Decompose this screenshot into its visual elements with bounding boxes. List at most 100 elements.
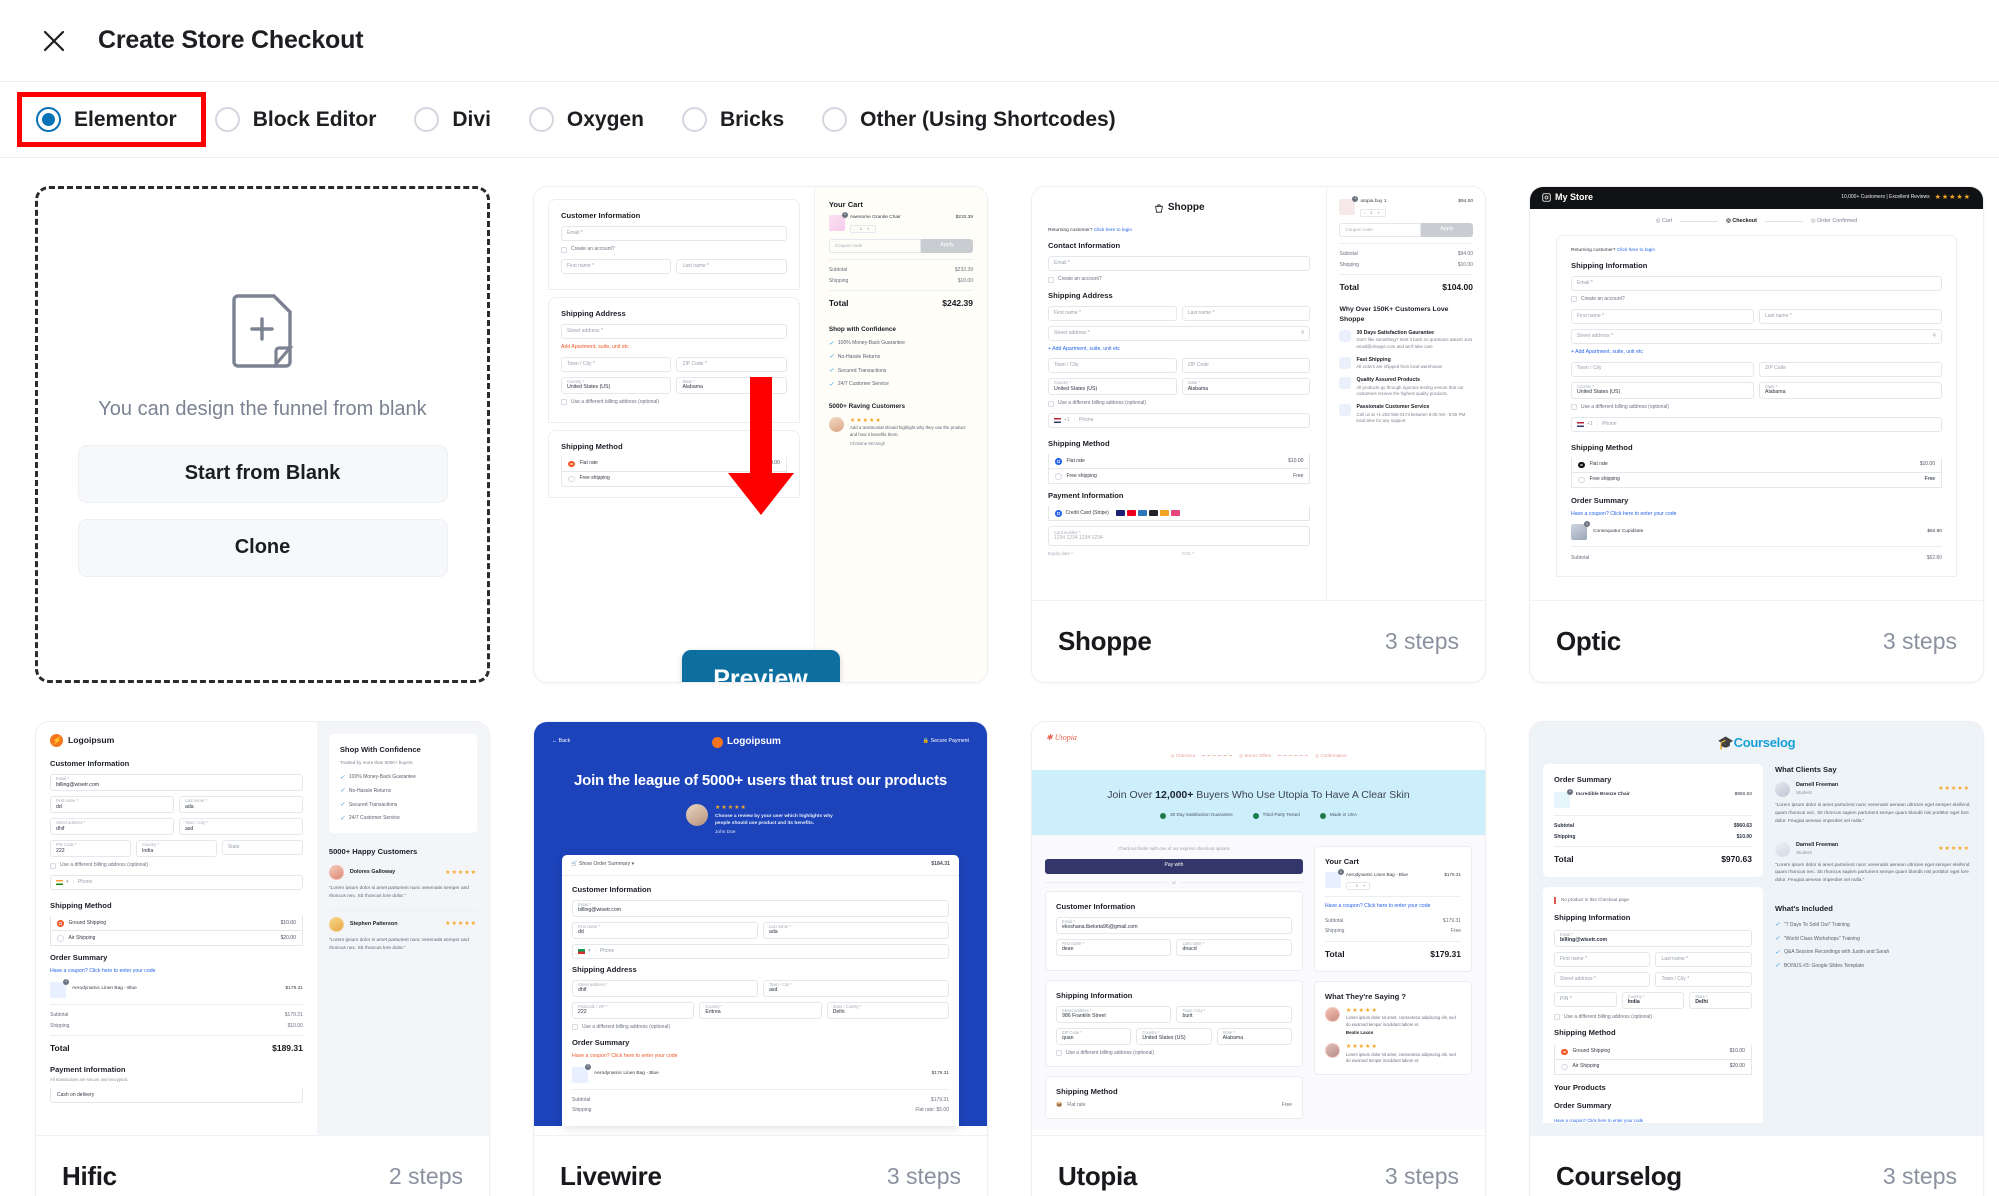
email-field[interactable]: Email * billing@wisetr.com xyxy=(50,774,303,791)
coupon-link[interactable]: Have a coupon? Click here to enter your … xyxy=(572,1053,949,1061)
shipping-option-ground[interactable]: Ground Shipping $10.00 xyxy=(50,916,303,932)
shipping-option-air[interactable]: Air Shipping $20.00 xyxy=(1554,1060,1752,1076)
phone-field[interactable]: +1 | Phone xyxy=(1048,413,1311,429)
order-summary-toggle[interactable]: 🛒 Show Order Summary ▾ $184.31 xyxy=(562,855,959,876)
country-select[interactable]: Country * India xyxy=(1621,991,1685,1009)
radio-option-block-editor[interactable]: Block Editor xyxy=(201,97,401,142)
billing-address-checkbox[interactable]: Use a different billing address (optiona… xyxy=(1554,1014,1752,1021)
billing-address-checkbox[interactable]: Use a different billing address (optiona… xyxy=(1048,400,1310,407)
phone-field[interactable]: ▾ | Phone xyxy=(572,943,949,959)
state-select[interactable]: State * Alabama xyxy=(676,376,787,394)
template-card-utopia[interactable]: ✱ Utopia ◎ Checkout ◎ Bonus Offers ◎ Con… xyxy=(1031,721,1486,1196)
country-select[interactable]: Country * India xyxy=(135,840,217,857)
shipping-option-flat-rate[interactable]: Flat rate $10.00 xyxy=(1571,457,1942,473)
billing-address-checkbox[interactable]: Use a different billing address (optiona… xyxy=(561,399,787,406)
apply-coupon-button[interactable]: Apply xyxy=(1420,222,1473,237)
shipping-option-free[interactable]: Free shipping Free xyxy=(1571,472,1942,488)
template-card-optic[interactable]: My Store 10,000+ Customers | Excellent R… xyxy=(1529,186,1984,683)
pin-field[interactable]: PIN * xyxy=(1554,991,1617,1007)
town-city-field[interactable]: Town / City xyxy=(1048,358,1177,374)
street-address-field[interactable]: Street address * xyxy=(1554,971,1651,987)
street-address-field[interactable]: Street address * xyxy=(561,324,787,340)
country-select[interactable]: Country * United States (US) xyxy=(561,376,672,394)
billing-address-checkbox[interactable]: Use a different billing address (optiona… xyxy=(1571,404,1942,411)
last-name-field[interactable]: Last name * xyxy=(1655,951,1752,967)
create-account-checkbox[interactable]: Create an account? xyxy=(1048,276,1310,284)
template-card-courselog[interactable]: 🎓Courselog Order Summary 1 Incredible Br… xyxy=(1529,721,1984,1196)
coupon-input[interactable]: Coupon code xyxy=(828,238,921,253)
back-link[interactable]: ← Back xyxy=(552,738,570,746)
shipping-option-flat-rate[interactable]: 📦 Flat rate Free xyxy=(1056,1102,1292,1109)
last-name-field[interactable]: Last name * xyxy=(1181,305,1311,321)
phone-field[interactable]: +1 | Phone xyxy=(1571,416,1942,432)
country-select[interactable]: Country * United States (US) xyxy=(1048,378,1177,396)
billing-address-checkbox[interactable]: Use a different billing address (optiona… xyxy=(572,1024,949,1031)
first-name-field[interactable]: First name * xyxy=(1554,951,1651,967)
last-name-field[interactable]: Last name * ada xyxy=(178,796,303,813)
coupon-link[interactable]: Have a coupon? Click here to enter your … xyxy=(1554,1118,1752,1123)
express-pay-button[interactable]: Pay with xyxy=(1045,858,1303,874)
template-card-livewire[interactable]: ← Back Logoipsum 🔒 Secure Payment Join t… xyxy=(533,721,988,1196)
radio-option-divi[interactable]: Divi xyxy=(400,97,515,142)
radio-option-other-shortcodes[interactable]: Other (Using Shortcodes) xyxy=(808,97,1140,142)
last-name-field[interactable]: Last name * dnacd xyxy=(1176,938,1292,956)
town-city-field[interactable]: Town / City * burit xyxy=(1176,1005,1292,1023)
pin-code-field[interactable]: PIN Code * 222 xyxy=(50,840,131,857)
clone-button[interactable]: Clone xyxy=(77,518,448,577)
street-address-field[interactable]: Street address * ⚲ xyxy=(1048,325,1311,341)
coupon-input[interactable]: Coupon code xyxy=(1339,222,1421,237)
quantity-stepper[interactable]: -1 + xyxy=(1345,881,1370,890)
radio-option-oxygen[interactable]: Oxygen xyxy=(515,97,668,142)
shipping-option-flat-rate[interactable]: Flat rate $10.00 xyxy=(1048,454,1311,470)
street-address-field[interactable]: Street address * dhif xyxy=(572,979,758,997)
email-field[interactable]: Email * ekoshana.tbeketa96@gmail.com xyxy=(1056,916,1292,934)
first-name-field[interactable]: First name * xyxy=(1048,305,1177,321)
zip-field[interactable]: ZIP Code * xyxy=(676,356,787,372)
street-address-field[interactable]: Street address * ⚲ xyxy=(1571,329,1942,345)
add-apartment-link[interactable]: + Add Apartment, suite, unit etc xyxy=(1048,346,1310,354)
town-city-field[interactable]: Town / City * xyxy=(1655,971,1752,987)
add-apartment-link[interactable]: Add Apartment, suite, unit etc xyxy=(561,344,787,352)
create-account-checkbox[interactable]: Create an account? xyxy=(1571,296,1942,303)
town-city-field[interactable]: Town / City * asd xyxy=(763,979,949,997)
state-select[interactable]: State * Alabama xyxy=(1216,1027,1292,1045)
state-select[interactable]: State * Delhi xyxy=(1689,991,1752,1009)
first-name-field[interactable]: First name * xyxy=(1571,309,1754,325)
close-icon[interactable] xyxy=(34,21,74,61)
preview-button[interactable]: Preview xyxy=(681,650,840,682)
template-card-hific[interactable]: ⚡ Logoipsum Customer Information Email *… xyxy=(35,721,490,1196)
first-name-field[interactable]: First name * dd xyxy=(50,796,174,813)
coupon-link[interactable]: Have a coupon? Click here to enter your … xyxy=(1325,903,1461,911)
postcode-field[interactable]: Postcode / ZIP * 222 xyxy=(572,1001,695,1019)
create-account-checkbox[interactable]: Create an account? xyxy=(561,246,787,253)
shipping-option-free[interactable]: Free shipping Free xyxy=(1048,469,1311,485)
template-card-hovered[interactable]: Customer Information Email * Create an a… xyxy=(533,186,988,683)
email-field[interactable]: Email * billing@wisetr.com xyxy=(1554,929,1752,947)
card-number-field[interactable]: Card number * 1234 1234 1234 1234 xyxy=(1048,526,1311,547)
shipping-option-free[interactable]: Free shipping xyxy=(561,472,787,488)
country-select[interactable]: Country * United States (US) xyxy=(1136,1027,1212,1045)
shipping-option-air[interactable]: Air Shipping $20.00 xyxy=(50,931,303,947)
zip-field[interactable]: ZIP Code xyxy=(1181,358,1311,374)
last-name-field[interactable]: Last name * xyxy=(1759,309,1942,325)
add-apartment-link[interactable]: + Add Apartment, suite, unit etc xyxy=(1571,349,1942,357)
start-from-blank-button[interactable]: Start from Blank xyxy=(77,444,448,503)
zip-field[interactable]: ZIP Code xyxy=(1759,361,1942,377)
first-name-field[interactable]: First name * dd xyxy=(572,921,758,939)
radio-option-bricks[interactable]: Bricks xyxy=(668,97,808,142)
login-link[interactable]: Click here to login xyxy=(1094,228,1132,233)
town-city-field[interactable]: Town / City * xyxy=(561,356,672,372)
payment-option-credit-card[interactable]: Credit Card (Stripe) xyxy=(1048,506,1311,522)
phone-field[interactable]: ▾ | Phone xyxy=(50,875,303,891)
email-field[interactable]: Email * xyxy=(561,226,787,241)
shipping-option-ground[interactable]: Ground Shipping $10.00 xyxy=(1554,1045,1752,1061)
quantity-stepper[interactable]: -1 + xyxy=(1360,208,1387,217)
apply-coupon-button[interactable]: Apply xyxy=(920,238,973,253)
email-field[interactable]: Email * xyxy=(1571,275,1942,291)
billing-address-checkbox[interactable]: Use a different billing address (optiona… xyxy=(50,862,303,869)
street-address-field[interactable]: Street address * 986 Franklin Street xyxy=(1056,1005,1172,1023)
country-select[interactable]: Country * Eritrea xyxy=(699,1001,822,1019)
coupon-link[interactable]: Have a coupon? Click here to enter your … xyxy=(1571,511,1942,519)
zip-field[interactable]: ZIP Code * quan xyxy=(1056,1027,1132,1045)
email-field[interactable]: Email * xyxy=(1048,256,1311,272)
